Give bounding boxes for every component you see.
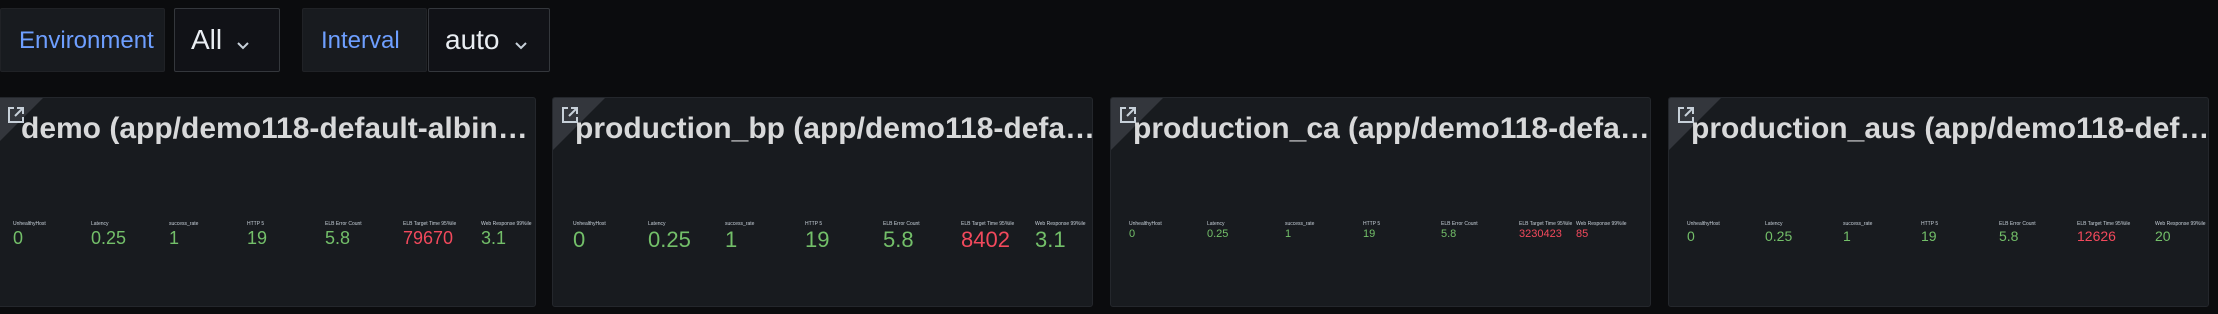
stat-panel: production_bp (app/demo118-defa… Unhealt… [552,97,1093,307]
panel-title[interactable]: production_bp (app/demo118-defa… [575,112,1092,146]
stat-value: 12626 [2077,228,2116,244]
stat-panel: production_aus (app/demo118-def… Unhealt… [1668,97,2209,307]
stat-success-rate: success_rate 1 [169,221,198,247]
stats-row: UnhealthyHost 0 Latency 0.25 success_rate 1… [1669,221,2208,281]
panel-title[interactable]: demo (app/demo118-default-albin… [21,112,528,146]
stat-value: 85 [1576,228,1589,240]
stat-value: 19 [247,228,268,248]
stat-success-rate: success_rate 1 [1843,221,1872,243]
stat-http5: HTTP 5 19 [247,221,267,247]
stat-http5: HTTP 5 19 [805,221,829,251]
chevron-down-icon [236,11,250,73]
stat-value: 8402 [961,227,1010,252]
interval-select[interactable]: auto [428,8,550,72]
panel-title[interactable]: production_aus (app/demo118-def… [1691,112,2208,146]
stat-elb-error: ELB Error Count 5.8 [1441,221,1478,240]
interval-value: auto [445,24,500,55]
stat-elb-error: ELB Error Count 5.8 [1999,221,2036,243]
stat-latency: Latency 0.25 [91,221,126,247]
stat-value: 19 [1921,228,1937,244]
stat-value: 19 [805,227,830,252]
stat-value: 5.8 [1999,228,2019,244]
stat-target-time: ELB Target Time 95%ile 8402 [961,221,1014,251]
stat-value: 3.1 [1035,227,1066,252]
stat-value: 0 [573,227,586,252]
stat-value: 1 [725,227,738,252]
stat-success-rate: success_rate 1 [1285,221,1314,240]
stat-value: 1 [1843,228,1851,244]
stat-value: 0 [1129,228,1136,240]
environment-variable-label: Environment [0,8,165,72]
stat-value: 20 [2155,228,2171,244]
chevron-down-icon [514,11,528,73]
stat-elb-error: ELB Error Count 5.8 [325,221,362,247]
stat-value: 19 [1363,228,1376,240]
stat-latency: Latency 0.25 [1765,221,1792,243]
panel-title[interactable]: production_ca (app/demo118-defa… [1133,112,1650,146]
stat-web-response: Web Response 99%ile 3.1 [1035,221,1086,251]
stat-web-response: Web Response 99%ile 85 [1576,221,1627,240]
stat-panel: demo (app/demo118-default-albin… Unhealt… [0,97,536,307]
stat-unhealthy-host: UnhealthyHost 0 [13,221,46,247]
stat-web-response: Web Response 99%ile 3.1 [481,221,532,247]
stat-value: 3230423 [1519,228,1562,240]
interval-variable-label: Interval [302,8,427,72]
stat-http5: HTTP 5 19 [1921,221,1938,243]
stat-web-response: Web Response 99%ile 20 [2155,221,2206,243]
stat-latency: Latency 0.25 [1207,221,1228,240]
stat-value: 0 [1687,228,1695,244]
stat-success-rate: success_rate 1 [725,221,754,251]
stats-row: UnhealthyHost 0 Latency 0.25 success_rate 1… [1111,221,1650,281]
stat-value: 5.8 [883,227,914,252]
stat-elb-error: ELB Error Count 5.8 [883,221,920,251]
stat-latency: Latency 0.25 [648,221,691,251]
stat-value: 0.25 [1207,228,1229,240]
environment-select[interactable]: All [174,8,280,72]
stats-row: UnhealthyHost 0 Latency 0.25 success_rate 1… [553,221,1092,281]
stat-value: 5.8 [325,228,351,248]
stat-target-time: ELB Target Time 95%ile 79670 [403,221,456,247]
stat-unhealthy-host: UnhealthyHost 0 [1129,221,1162,240]
stat-panel: production_ca (app/demo118-defa… Unhealt… [1110,97,1651,307]
stat-value: 0.25 [1765,228,1793,244]
stat-target-time: ELB Target Time 95%ile 3230423 [1519,221,1572,240]
stat-target-time: ELB Target Time 95%ile 12626 [2077,221,2130,243]
environment-value: All [191,24,223,55]
stat-value: 0.25 [91,228,127,248]
stat-value: 79670 [403,228,454,248]
stats-row: UnhealthyHost 0 Latency 0.25 success_rate 1… [0,221,535,281]
stat-http5: HTTP 5 19 [1363,221,1380,240]
stat-unhealthy-host: UnhealthyHost 0 [1687,221,1720,243]
stat-value: 0 [13,228,24,248]
stat-value: 5.8 [1441,228,1457,240]
stat-unhealthy-host: UnhealthyHost 0 [573,221,606,251]
stat-value: 3.1 [481,228,507,248]
stat-value: 0.25 [648,227,691,252]
stat-value: 1 [169,228,180,248]
stat-value: 1 [1285,228,1292,240]
